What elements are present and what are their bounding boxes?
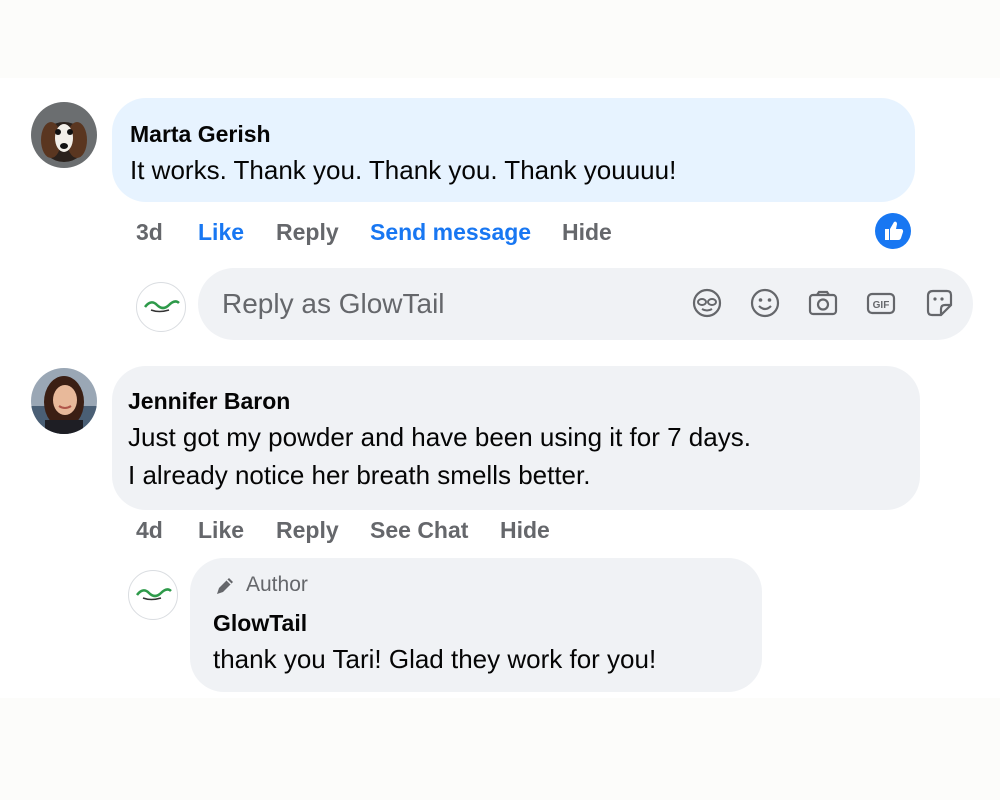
- comment-text: It works. Thank you. Thank you. Thank yo…: [130, 155, 677, 185]
- like-button[interactable]: Like: [198, 219, 244, 246]
- comment-bubble-marta: [112, 98, 915, 202]
- see-chat-button[interactable]: See Chat: [370, 517, 468, 544]
- send-message-button[interactable]: Send message: [370, 219, 531, 246]
- reply-input[interactable]: Reply as GlowTail GIF: [198, 268, 973, 340]
- author-badge: Author: [246, 573, 308, 596]
- like-button[interactable]: Like: [198, 517, 244, 544]
- svg-text:GIF: GIF: [873, 300, 890, 311]
- reply-button[interactable]: Reply: [276, 219, 339, 246]
- comment-author[interactable]: Jennifer Baron: [128, 388, 290, 415]
- emoji-icon[interactable]: [748, 286, 782, 320]
- avatar-glowtail[interactable]: [128, 570, 178, 620]
- reply-text: thank you Tari! Glad they work for you!: [213, 644, 657, 674]
- avatar-marta[interactable]: [31, 102, 97, 168]
- comment-time: 3d: [136, 219, 163, 245]
- avatar-icon-sticker[interactable]: [690, 286, 724, 320]
- comment-author[interactable]: Marta Gerish: [130, 121, 271, 148]
- pencil-icon: [217, 578, 233, 594]
- sticker-icon[interactable]: [922, 286, 956, 320]
- like-icon: [885, 221, 904, 240]
- camera-icon[interactable]: [806, 286, 840, 320]
- hide-button[interactable]: Hide: [562, 219, 612, 246]
- reply-placeholder: Reply as GlowTail: [222, 288, 445, 319]
- comment-time: 4d: [136, 517, 163, 543]
- reply-button[interactable]: Reply: [276, 517, 339, 544]
- avatar-glowtail-input: [136, 282, 186, 332]
- comment-text-line: I already notice her breath smells bette…: [128, 460, 591, 490]
- gif-icon[interactable]: GIF: [864, 286, 898, 320]
- reply-author[interactable]: GlowTail: [213, 610, 307, 637]
- avatar-icon-sticker: [144, 300, 180, 313]
- avatar-jennifer[interactable]: [31, 368, 97, 434]
- like-reaction-badge[interactable]: [875, 213, 911, 249]
- hide-button[interactable]: Hide: [500, 517, 550, 544]
- comment-text-line: Just got my powder and have been using i…: [128, 422, 751, 452]
